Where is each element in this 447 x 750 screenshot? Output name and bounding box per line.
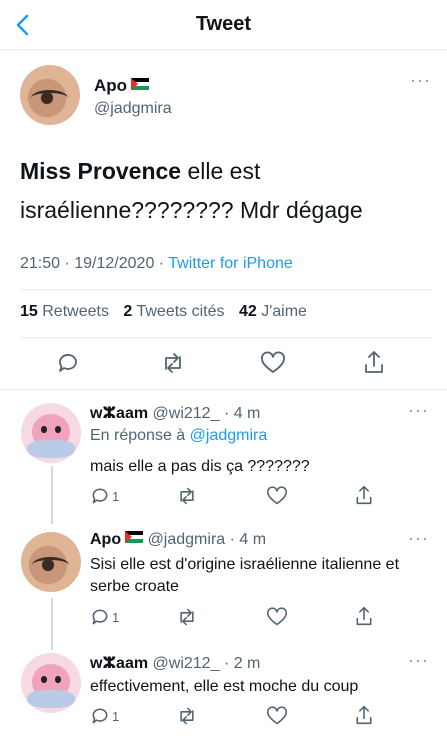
thread-line [51,598,53,650]
retweet-icon[interactable] [160,351,186,375]
share-icon[interactable] [354,704,374,726]
reply-icon[interactable] [90,607,110,627]
more-icon[interactable]: ··· [408,528,429,549]
reply-to-line: En réponse à @jadgmira [90,427,268,444]
more-icon[interactable]: ··· [408,400,429,421]
heart-icon[interactable] [266,486,288,506]
tweet-timestamp: 21:50 · 19/12/2020 · [20,255,169,272]
reply-time: · 2 m [223,655,261,672]
divider [20,289,432,290]
reply-author-name: Apo [90,531,122,548]
author-name: Apo [94,76,128,95]
reply-count: 1 [112,610,120,625]
reply-to-handle-link[interactable]: @jadgmira [190,427,268,444]
reply-count: 1 [112,489,120,504]
share-icon[interactable] [354,484,374,506]
reply-icon[interactable] [90,486,110,506]
retweet-icon[interactable] [176,486,198,506]
more-icon[interactable]: ··· [410,70,431,91]
heart-icon[interactable] [266,706,288,726]
quotes-stat[interactable]: 2 Tweets cités [123,303,224,320]
reply-handle: @wi212_ [152,405,220,422]
reply-author-name: wⵣaam [90,655,149,672]
heart-icon[interactable] [260,351,286,375]
header-bar: Tweet [0,0,447,50]
retweet-icon[interactable] [176,607,198,627]
reply-text: mais elle a pas dis ça ??????? [90,458,310,475]
palestine-flag-icon [131,78,150,90]
avatar[interactable] [21,653,81,713]
retweet-icon[interactable] [176,706,198,726]
palestine-flag-icon [125,531,144,543]
heart-icon[interactable] [266,607,288,627]
author-line[interactable]: Apo [94,76,150,96]
reply-text: Sisi elle est d'origine israélienne ital… [90,556,400,595]
reply-icon[interactable] [90,706,110,726]
likes-stat[interactable]: 42 J'aime [239,303,307,320]
author-handle[interactable]: @jadgmira [94,100,172,118]
avatar[interactable] [21,403,81,463]
reply-time: · 4 m [223,405,261,422]
reply-handle: @wi212_ [152,655,220,672]
reply-header[interactable]: Apo @jadgmira · 4 m [90,531,266,549]
reply-handle: @jadgmira [147,531,226,548]
avatar[interactable] [21,532,81,592]
tweet-text-bold: Miss Provence [20,158,182,184]
tweet-meta: 21:50 · 19/12/2020 · Twitter for iPhone [20,255,293,273]
thread-line [51,466,53,524]
reply-header[interactable]: wⵣaam @wi212_ · 2 m [90,653,260,673]
reply-count: 1 [112,709,120,724]
retweets-stat[interactable]: 15 Retweets [20,303,109,320]
share-icon[interactable] [362,349,386,375]
reply-text: effectivement, elle est moche du coup [90,678,359,695]
reply-time: · 4 m [229,531,267,548]
reply-header[interactable]: wⵣaam @wi212_ · 4 m [90,403,260,423]
divider [0,389,447,390]
tweet-source-link[interactable]: Twitter for iPhone [168,255,293,272]
avatar[interactable] [20,65,80,125]
tweet-stats: 15 Retweets 2 Tweets cités 42 J'aime [20,303,317,321]
page-title: Tweet [195,13,252,35]
divider [20,337,432,338]
more-icon[interactable]: ··· [408,650,429,671]
reply-author-name: wⵣaam [90,405,149,422]
tweet-text: Miss Provence elle est israélienne??????… [20,152,430,230]
reply-icon[interactable] [56,351,80,375]
share-icon[interactable] [354,605,374,627]
